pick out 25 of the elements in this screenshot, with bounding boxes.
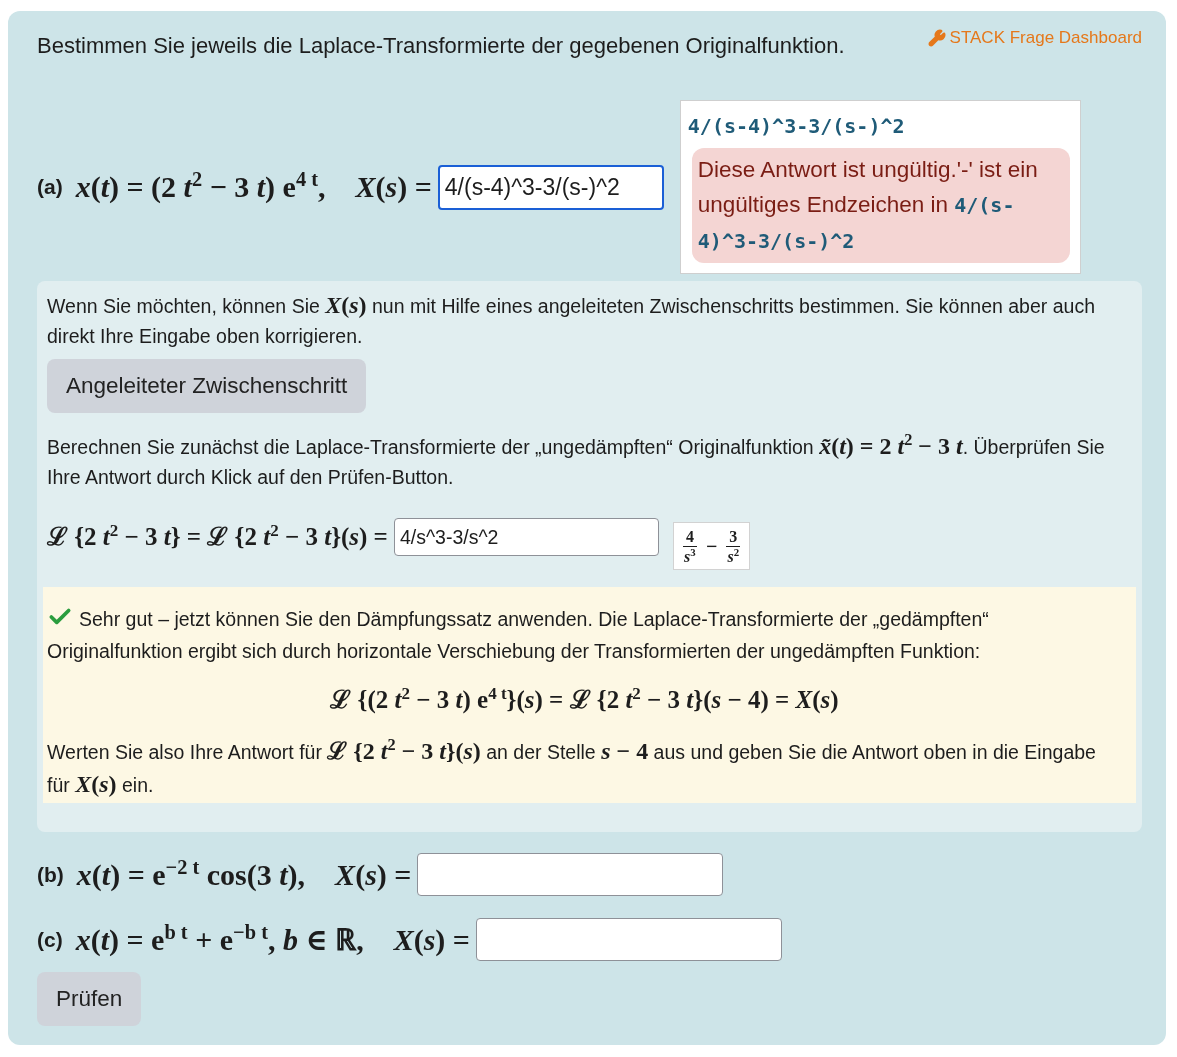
display-formula: ℒ {(2 t$^{2}$ − 3 t) e$^{4 t}$}(s) = ℒ {2 t$^{2}$ − 3 t}(s − 4) = X(s)	[329, 682, 840, 716]
answer-field[interactable]	[417, 853, 724, 896]
formula: x(t) = (2 t$^{2}$ − 3 t) e$^{4 t}$,	[75, 168, 326, 205]
answer-field[interactable]	[475, 918, 782, 961]
error-message: Diese Antwort ist ungültig.'-' ist ein ungültiges Endzeichen in 4/(s-4)^3-3/(s-)^2	[691, 148, 1070, 263]
part-label: (a)	[37, 175, 63, 199]
submit-button[interactable]: Prüfen	[37, 972, 142, 1026]
formula: X(s) =	[355, 169, 432, 205]
feedback-text: Werten Sie also Ihre Antwort für ℒ {2 t$^{2}$ − 3 t}(s) an der Stelle s − 4 aus und geben Sie die Antwort oben in die Eingabe für X(s) ein.	[47, 735, 1097, 799]
formula: X(s) =	[335, 856, 412, 893]
formula: x(t) = e$^{−2 t}$ cos(3 t),	[76, 855, 306, 893]
feedback-text: Sehr gut – jetzt können Sie den Dämpfungssatz anwenden. Die Laplace-Transformierte der „gedämpften“ Originalfunktion ergibt sich durch horizontale Verschiebung der Transformierten der ungedämpften Funktion:	[47, 608, 989, 662]
wrench-icon	[927, 29, 946, 47]
guided-step-button[interactable]: Angeleiteter Zwischenschritt	[47, 359, 367, 413]
answer-field[interactable]: 4/s^3-3/s^2	[393, 518, 659, 556]
formula: X(s) =	[393, 921, 470, 958]
answer-field[interactable]: 4/(s-4)^3-3/(s-)^2	[437, 164, 664, 210]
formula: ℒ {2 t$^{2}$ − 3 t} = ℒ {2 t$^{2}$ − 3 t}(s) =	[47, 519, 388, 553]
answer-echo: 4/(s-4)^3-3/(s-)^2	[687, 113, 906, 140]
formula: x(t) = e$^{b t}$ + e$^{−b t}$, b ∈ ℝ,	[75, 920, 364, 958]
part-label: (c)	[37, 927, 63, 952]
intro-text: Wenn Sie möchten, können Sie X(s) nun mit Hilfe eines angeleiteten Zwischenschritts bestimmen. Sie können aber auch direkt Ihre Eingabe oben korrigieren.	[47, 291, 1096, 349]
instruction-text: Bestimmen Sie jeweils die Laplace-Transformierte der gegebenen Originalfunktion.	[37, 32, 845, 60]
task-text: Berechnen Sie zunächst die Laplace-Transformierte der „ungedämpften“ Originalfunktion x̃(t) = 2 t$^{2}$ − 3 t. Überprüfen Sie Ihre Antwort durch Klick auf den Prüfen-Button.	[47, 431, 1106, 490]
part-label: (b)	[37, 862, 64, 887]
